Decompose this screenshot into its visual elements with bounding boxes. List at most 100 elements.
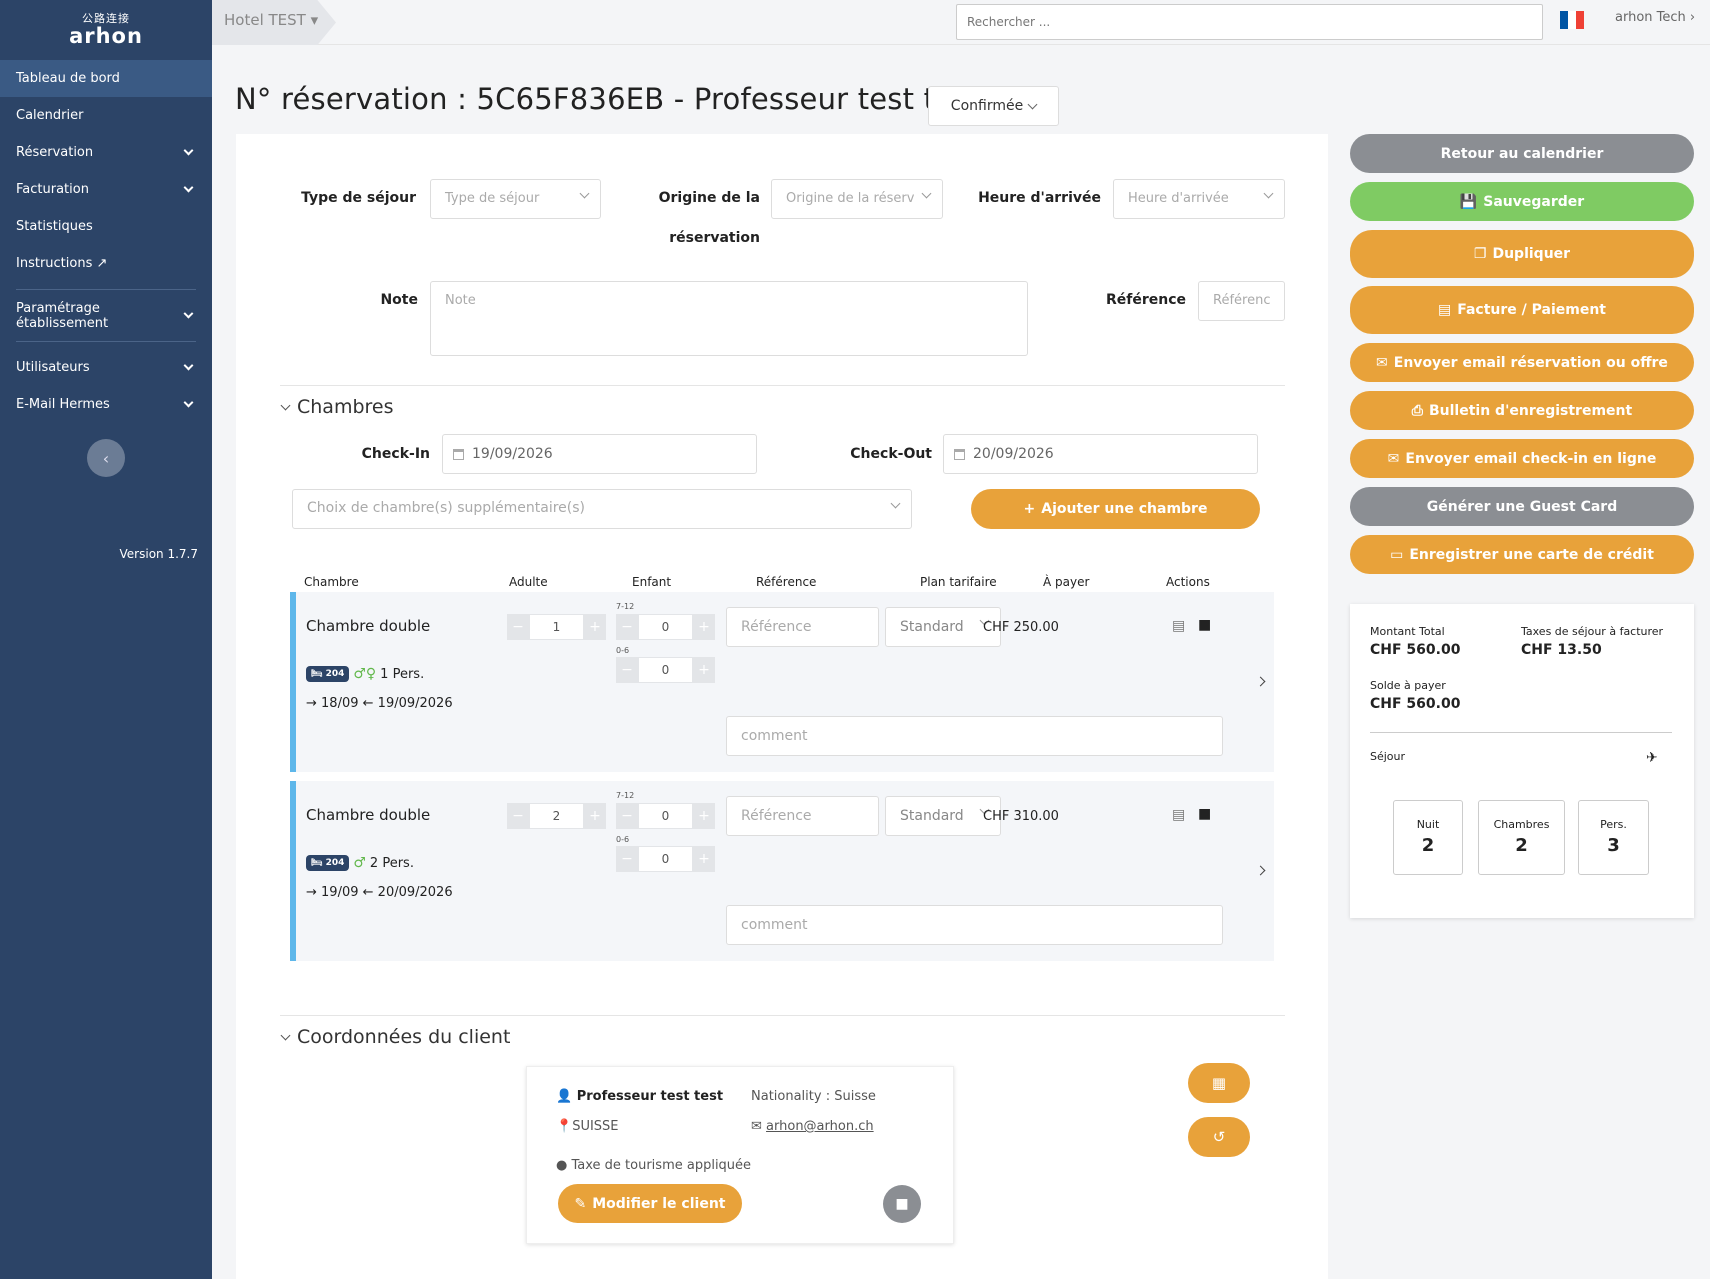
plus-button[interactable]: + <box>693 657 715 683</box>
invoice-icon[interactable]: ▤ <box>1172 618 1185 634</box>
adult-stepper[interactable]: −1 + <box>507 614 606 640</box>
language-flag-icon[interactable] <box>1560 11 1584 29</box>
origine-select[interactable]: Origine de la réserv <box>771 179 943 219</box>
divider <box>1370 732 1672 733</box>
stepper-value[interactable]: 0 <box>638 846 693 872</box>
room-comment-input[interactable]: comment <box>726 716 1223 756</box>
button-label: Sauvegarder <box>1483 193 1585 210</box>
client-email-link[interactable]: arhon@arhon.ch <box>766 1119 874 1134</box>
room-persons: 1 Pers. <box>380 666 425 682</box>
child-stepper-7-12[interactable]: −0 + <box>616 803 715 829</box>
client-section-header[interactable]: Coordonnées du client <box>280 1026 510 1048</box>
checkin-datepicker[interactable]: 19/09/2026 <box>442 434 757 474</box>
sidebar: 公路连接 arhon Tableau de bord Calendrier Ré… <box>0 0 212 1279</box>
plus-button[interactable]: + <box>693 846 715 872</box>
search-input[interactable]: Rechercher ... <box>956 4 1543 40</box>
delete-client-button[interactable]: ■ <box>883 1185 921 1223</box>
extra-rooms-select[interactable]: Choix de chambre(s) supplémentaire(s) <box>292 489 912 529</box>
sidebar-item-tableau-de-bord[interactable]: Tableau de bord <box>0 60 212 97</box>
send-checkin-email-button[interactable]: ✉ Envoyer email check-in en ligne <box>1350 439 1694 478</box>
child-stepper-0-6[interactable]: −0 + <box>616 846 715 872</box>
room-reference-input[interactable]: Référence <box>726 607 879 647</box>
save-button[interactable]: 💾 Sauvegarder <box>1350 182 1694 221</box>
adult-stepper[interactable]: −2 + <box>507 803 606 829</box>
plus-button[interactable]: + <box>584 803 606 829</box>
minus-button[interactable]: − <box>616 846 638 872</box>
booking-summary: Montant Total CHF 560.00 Taxes de séjour… <box>1350 604 1694 918</box>
invoice-icon[interactable]: ▤ <box>1172 807 1185 823</box>
plus-button[interactable]: + <box>693 614 715 640</box>
trash-icon[interactable]: ■ <box>1198 806 1211 822</box>
duplicate-button[interactable]: ❐ Dupliquer <box>1350 230 1694 278</box>
taxes-value: CHF 13.50 <box>1521 642 1602 658</box>
note-textarea[interactable]: Note <box>430 281 1028 356</box>
sidebar-item-reservation[interactable]: Réservation <box>0 134 212 171</box>
minus-button[interactable]: − <box>616 657 638 683</box>
room-row[interactable]: Chambre double 🛏 204 ♂♀ 1 Pers. → 18/09 ← … <box>290 592 1274 772</box>
user-name: arhon Tech <box>1615 10 1686 25</box>
chambres-section-header[interactable]: Chambres <box>280 396 394 418</box>
room-comment-input[interactable]: comment <box>726 905 1223 945</box>
registration-form-button[interactable]: ⎙ Bulletin d'enregistrement <box>1350 391 1694 430</box>
logo-text: arhon <box>69 24 143 48</box>
sidebar-item-utilisateurs[interactable]: Utilisateurs <box>0 349 212 386</box>
client-email: ✉ arhon@arhon.ch <box>751 1119 874 1134</box>
room-name: Chambre double <box>306 806 431 824</box>
chevron-right-icon[interactable] <box>1255 676 1266 687</box>
heure-arrivee-label: Heure d'arrivée <box>978 190 1101 206</box>
chevron-down-icon <box>1027 99 1038 109</box>
col-header-plan: Plan tarifaire <box>920 575 997 589</box>
room-reference-input[interactable]: Référence <box>726 796 879 836</box>
client-country: 📍SUISSE <box>556 1119 619 1134</box>
company-button[interactable]: ▦ <box>1188 1063 1250 1103</box>
stepper-value[interactable]: 1 <box>529 614 584 640</box>
sidebar-item-label: Utilisateurs <box>16 360 90 375</box>
divider <box>16 289 196 290</box>
logo[interactable]: 公路连接 arhon <box>0 0 212 60</box>
sidebar-item-instructions[interactable]: Instructions ↗ <box>0 245 212 282</box>
stepper-value[interactable]: 0 <box>638 803 693 829</box>
external-link-icon: ↗ <box>96 256 108 271</box>
collapse-sidebar-button[interactable]: ‹ <box>87 439 125 477</box>
room-row[interactable]: Chambre double 🛏 204 ♂ 2 Pers. → 19/09 ← 2… <box>290 781 1274 961</box>
stat-value: 2 <box>1515 835 1528 856</box>
type-sejour-select[interactable]: Type de séjour <box>430 179 601 219</box>
sidebar-item-parametrage[interactable]: Paramétrage établissement <box>0 297 212 334</box>
status-dropdown[interactable]: Confirmée <box>928 86 1059 126</box>
add-room-button[interactable]: + Ajouter une chambre <box>971 489 1260 529</box>
save-credit-card-button[interactable]: ▭ Enregistrer une carte de crédit <box>1350 535 1694 574</box>
sidebar-item-facturation[interactable]: Facturation <box>0 171 212 208</box>
minus-button[interactable]: − <box>507 803 529 829</box>
chevron-down-icon <box>280 400 291 410</box>
minus-button[interactable]: − <box>616 614 638 640</box>
sidebar-item-email-hermes[interactable]: E-Mail Hermes <box>0 386 212 423</box>
plus-button[interactable]: + <box>584 614 606 640</box>
hotel-selector[interactable]: Hotel TEST ▾ <box>212 0 336 45</box>
send-booking-email-button[interactable]: ✉ Envoyer email réservation ou offre <box>1350 343 1694 382</box>
minus-button[interactable]: − <box>616 803 638 829</box>
stepper-value[interactable]: 0 <box>638 657 693 683</box>
reference-input[interactable]: Référenc <box>1198 281 1285 321</box>
guest-card-button[interactable]: Générer une Guest Card <box>1350 487 1694 526</box>
child-stepper-7-12[interactable]: −0 + <box>616 614 715 640</box>
heure-arrivee-select[interactable]: Heure d'arrivée <box>1113 179 1285 219</box>
bed-icon: 🛏 204 <box>306 666 350 682</box>
age-range-label: 7-12 <box>616 602 635 611</box>
history-button[interactable]: ↺ <box>1188 1117 1250 1157</box>
sidebar-item-statistiques[interactable]: Statistiques <box>0 208 212 245</box>
user-menu[interactable]: arhon Tech › <box>1615 10 1695 25</box>
col-header-enfant: Enfant <box>632 575 672 589</box>
plus-button[interactable]: + <box>693 803 715 829</box>
sidebar-item-calendrier[interactable]: Calendrier <box>0 97 212 134</box>
child-stepper-0-6[interactable]: −0 + <box>616 657 715 683</box>
trash-icon[interactable]: ■ <box>1198 617 1211 633</box>
back-to-calendar-button[interactable]: Retour au calendrier <box>1350 134 1694 173</box>
stepper-value[interactable]: 0 <box>638 614 693 640</box>
edit-client-button[interactable]: ✎ Modifier le client <box>558 1184 742 1223</box>
chevron-right-icon[interactable] <box>1255 865 1266 876</box>
checkout-datepicker[interactable]: 20/09/2026 <box>943 434 1258 474</box>
stepper-value[interactable]: 2 <box>529 803 584 829</box>
sidebar-item-label: Facturation <box>16 182 89 197</box>
minus-button[interactable]: − <box>507 614 529 640</box>
invoice-payment-button[interactable]: ▤ Facture / Paiement <box>1350 286 1694 334</box>
